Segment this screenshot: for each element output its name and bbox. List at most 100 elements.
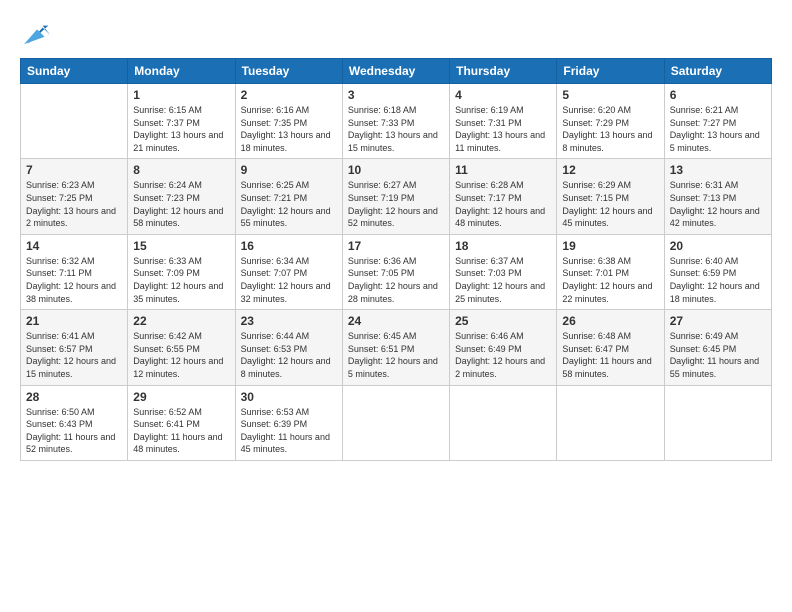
weekday-header-tuesday: Tuesday [235, 59, 342, 84]
day-info: Sunrise: 6:32 AMSunset: 7:11 PMDaylight:… [26, 255, 122, 305]
day-info: Sunrise: 6:19 AMSunset: 7:31 PMDaylight:… [455, 104, 551, 154]
week-row-2: 7 Sunrise: 6:23 AMSunset: 7:25 PMDaylight… [21, 159, 772, 234]
day-info: Sunrise: 6:37 AMSunset: 7:03 PMDaylight:… [455, 255, 551, 305]
header [20, 16, 772, 48]
calendar-cell: 4 Sunrise: 6:19 AMSunset: 7:31 PMDaylight… [450, 84, 557, 159]
day-number: 2 [241, 88, 337, 102]
day-info: Sunrise: 6:38 AMSunset: 7:01 PMDaylight:… [562, 255, 658, 305]
calendar-cell: 19 Sunrise: 6:38 AMSunset: 7:01 PMDayligh… [557, 234, 664, 309]
day-number: 6 [670, 88, 766, 102]
day-number: 7 [26, 163, 122, 177]
day-number: 20 [670, 239, 766, 253]
calendar-cell: 25Sunrise: 6:46 AMSunset: 6:49 PMDayligh… [450, 310, 557, 385]
day-number: 30 [241, 390, 337, 404]
day-info: Sunrise: 6:27 AMSunset: 7:19 PMDaylight:… [348, 179, 444, 229]
calendar-cell: 29 Sunrise: 6:52 AMSunset: 6:41 PMDayligh… [128, 385, 235, 460]
day-info: Sunrise: 6:49 AMSunset: 6:45 PMDaylight:… [670, 330, 766, 380]
week-row-3: 14 Sunrise: 6:32 AMSunset: 7:11 PMDayligh… [21, 234, 772, 309]
day-info: Sunrise: 6:24 AMSunset: 7:23 PMDaylight:… [133, 179, 229, 229]
weekday-header-saturday: Saturday [664, 59, 771, 84]
calendar-cell: 20 Sunrise: 6:40 AMSunset: 6:59 PMDayligh… [664, 234, 771, 309]
day-info: Sunrise: 6:16 AMSunset: 7:35 PMDaylight:… [241, 104, 337, 154]
day-info: Sunrise: 6:53 AMSunset: 6:39 PMDaylight:… [241, 406, 337, 456]
day-info: Sunrise: 6:20 AMSunset: 7:29 PMDaylight:… [562, 104, 658, 154]
day-info: Sunrise: 6:18 AMSunset: 7:33 PMDaylight:… [348, 104, 444, 154]
calendar-cell: 8 Sunrise: 6:24 AMSunset: 7:23 PMDaylight… [128, 159, 235, 234]
calendar-cell [557, 385, 664, 460]
calendar-cell: 13Sunrise: 6:31 AMSunset: 7:13 PMDayligh… [664, 159, 771, 234]
day-number: 1 [133, 88, 229, 102]
calendar-cell: 9 Sunrise: 6:25 AMSunset: 7:21 PMDaylight… [235, 159, 342, 234]
day-info: Sunrise: 6:46 AMSunset: 6:49 PMDaylight:… [455, 330, 551, 380]
weekday-header-wednesday: Wednesday [342, 59, 449, 84]
calendar-cell: 12 Sunrise: 6:29 AMSunset: 7:15 PMDayligh… [557, 159, 664, 234]
calendar-cell: 1Sunrise: 6:15 AMSunset: 7:37 PMDaylight… [128, 84, 235, 159]
calendar-cell: 15 Sunrise: 6:33 AMSunset: 7:09 PMDayligh… [128, 234, 235, 309]
calendar-cell: 11 Sunrise: 6:28 AMSunset: 7:17 PMDayligh… [450, 159, 557, 234]
calendar-body: 1Sunrise: 6:15 AMSunset: 7:37 PMDaylight… [21, 84, 772, 461]
day-number: 8 [133, 163, 229, 177]
day-number: 28 [26, 390, 122, 404]
calendar-cell: 10 Sunrise: 6:27 AMSunset: 7:19 PMDayligh… [342, 159, 449, 234]
calendar-cell [342, 385, 449, 460]
day-number: 13 [670, 163, 766, 177]
calendar-cell [450, 385, 557, 460]
weekday-header-thursday: Thursday [450, 59, 557, 84]
calendar-cell: 28 Sunrise: 6:50 AMSunset: 6:43 PMDayligh… [21, 385, 128, 460]
calendar-cell: 27 Sunrise: 6:49 AMSunset: 6:45 PMDayligh… [664, 310, 771, 385]
weekday-row: SundayMondayTuesdayWednesdayThursdayFrid… [21, 59, 772, 84]
page: SundayMondayTuesdayWednesdayThursdayFrid… [0, 0, 792, 612]
day-number: 12 [562, 163, 658, 177]
day-number: 22 [133, 314, 229, 328]
calendar-cell: 30 Sunrise: 6:53 AMSunset: 6:39 PMDayligh… [235, 385, 342, 460]
weekday-header-friday: Friday [557, 59, 664, 84]
calendar-cell [664, 385, 771, 460]
calendar-cell: 26Sunrise: 6:48 AMSunset: 6:47 PMDayligh… [557, 310, 664, 385]
day-number: 16 [241, 239, 337, 253]
calendar-cell: 7 Sunrise: 6:23 AMSunset: 7:25 PMDaylight… [21, 159, 128, 234]
calendar-cell: 5Sunrise: 6:20 AMSunset: 7:29 PMDaylight… [557, 84, 664, 159]
day-info: Sunrise: 6:41 AMSunset: 6:57 PMDaylight:… [26, 330, 122, 380]
calendar-cell: 17Sunrise: 6:36 AMSunset: 7:05 PMDayligh… [342, 234, 449, 309]
week-row-1: 1Sunrise: 6:15 AMSunset: 7:37 PMDaylight… [21, 84, 772, 159]
day-info: Sunrise: 6:33 AMSunset: 7:09 PMDaylight:… [133, 255, 229, 305]
day-number: 9 [241, 163, 337, 177]
day-info: Sunrise: 6:40 AMSunset: 6:59 PMDaylight:… [670, 255, 766, 305]
calendar-cell [21, 84, 128, 159]
calendar-cell: 6 Sunrise: 6:21 AMSunset: 7:27 PMDaylight… [664, 84, 771, 159]
calendar-cell: 14 Sunrise: 6:32 AMSunset: 7:11 PMDayligh… [21, 234, 128, 309]
calendar-cell: 18 Sunrise: 6:37 AMSunset: 7:03 PMDayligh… [450, 234, 557, 309]
day-info: Sunrise: 6:52 AMSunset: 6:41 PMDaylight:… [133, 406, 229, 456]
day-number: 3 [348, 88, 444, 102]
week-row-5: 28 Sunrise: 6:50 AMSunset: 6:43 PMDayligh… [21, 385, 772, 460]
day-info: Sunrise: 6:28 AMSunset: 7:17 PMDaylight:… [455, 179, 551, 229]
day-number: 10 [348, 163, 444, 177]
day-info: Sunrise: 6:21 AMSunset: 7:27 PMDaylight:… [670, 104, 766, 154]
day-number: 4 [455, 88, 551, 102]
day-number: 15 [133, 239, 229, 253]
day-number: 17 [348, 239, 444, 253]
calendar-header: SundayMondayTuesdayWednesdayThursdayFrid… [21, 59, 772, 84]
day-info: Sunrise: 6:23 AMSunset: 7:25 PMDaylight:… [26, 179, 122, 229]
day-info: Sunrise: 6:34 AMSunset: 7:07 PMDaylight:… [241, 255, 337, 305]
day-number: 21 [26, 314, 122, 328]
day-info: Sunrise: 6:25 AMSunset: 7:21 PMDaylight:… [241, 179, 337, 229]
logo [20, 20, 52, 48]
day-number: 24 [348, 314, 444, 328]
calendar-cell: 22Sunrise: 6:42 AMSunset: 6:55 PMDayligh… [128, 310, 235, 385]
day-info: Sunrise: 6:45 AMSunset: 6:51 PMDaylight:… [348, 330, 444, 380]
day-number: 11 [455, 163, 551, 177]
day-number: 27 [670, 314, 766, 328]
calendar-cell: 16 Sunrise: 6:34 AMSunset: 7:07 PMDayligh… [235, 234, 342, 309]
weekday-header-monday: Monday [128, 59, 235, 84]
day-info: Sunrise: 6:29 AMSunset: 7:15 PMDaylight:… [562, 179, 658, 229]
calendar-cell: 21 Sunrise: 6:41 AMSunset: 6:57 PMDayligh… [21, 310, 128, 385]
day-info: Sunrise: 6:48 AMSunset: 6:47 PMDaylight:… [562, 330, 658, 380]
day-number: 18 [455, 239, 551, 253]
day-info: Sunrise: 6:50 AMSunset: 6:43 PMDaylight:… [26, 406, 122, 456]
day-number: 14 [26, 239, 122, 253]
day-info: Sunrise: 6:44 AMSunset: 6:53 PMDaylight:… [241, 330, 337, 380]
day-number: 29 [133, 390, 229, 404]
weekday-header-sunday: Sunday [21, 59, 128, 84]
day-number: 19 [562, 239, 658, 253]
